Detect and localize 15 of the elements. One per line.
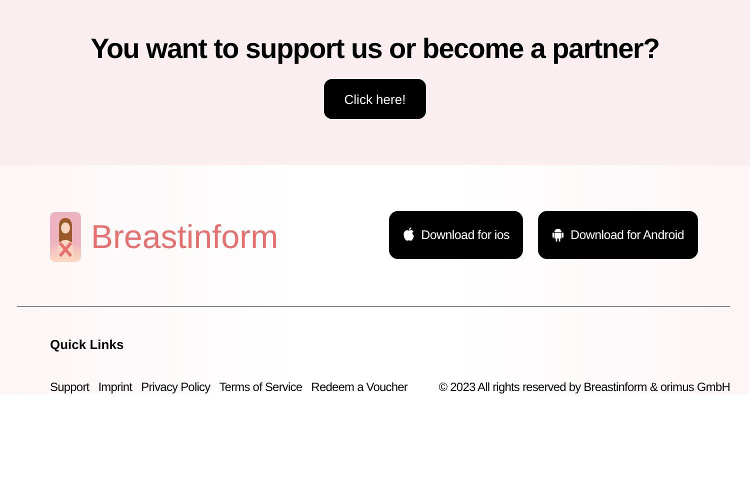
download-button[interactable]: Download for Android <box>538 210 698 258</box>
download-button[interactable]: Download for ios <box>389 210 524 258</box>
footer-link[interactable]: Redeem a Voucher <box>311 380 408 394</box>
footer-link[interactable]: Privacy Policy <box>141 380 210 394</box>
brand-name: Breastinform <box>91 218 278 256</box>
footer-link[interactable]: Terms of Service <box>219 380 302 394</box>
footer-link[interactable]: Support <box>50 380 90 394</box>
cta-button[interactable]: Click here! <box>324 79 426 119</box>
cta-heading: You want to support us or become a partner? <box>90 33 660 65</box>
quick-links-title: Quick Links <box>50 337 125 352</box>
copyright-text: © 2023 All rights reserved by Breastinform & orimus GmbH <box>438 380 730 394</box>
logo-icon <box>50 212 81 262</box>
footer-link[interactable]: Imprint <box>98 380 132 394</box>
android-icon <box>552 227 564 242</box>
apple-icon <box>403 227 416 242</box>
